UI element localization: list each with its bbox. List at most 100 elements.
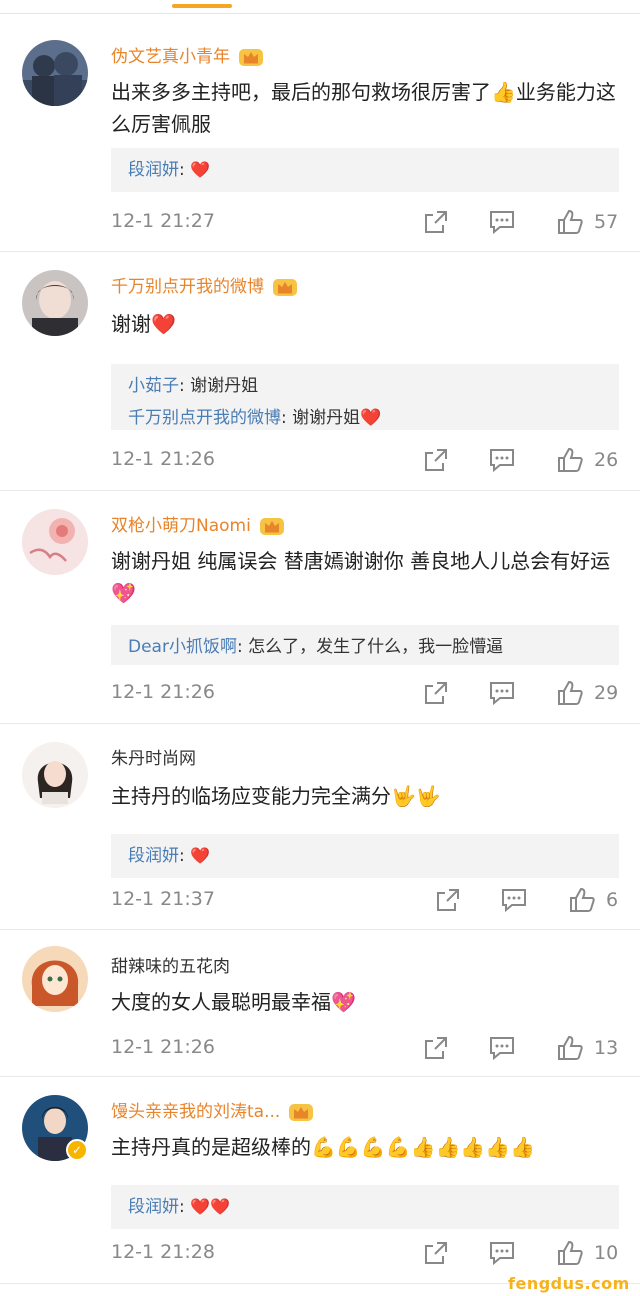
avatar[interactable] (22, 946, 88, 1012)
share-button[interactable] (422, 1239, 450, 1267)
like-button[interactable]: 26 (556, 446, 618, 474)
share-button[interactable] (422, 208, 450, 236)
reply-text: ❤️❤️ (190, 1197, 230, 1216)
avatar[interactable] (22, 270, 88, 336)
reply-item: 小茹子: 谢谢丹姐 (128, 376, 259, 396)
share-button[interactable] (422, 446, 450, 474)
watermark: fengdus.com (508, 1274, 630, 1293)
comment-timestamp: 12-1 21:27 (111, 210, 215, 232)
comment-button[interactable] (488, 1034, 516, 1062)
reply-text: ❤️ (190, 160, 211, 179)
comment-button[interactable] (488, 1239, 516, 1267)
like-icon (558, 447, 583, 472)
comment-text: 谢谢丹姐 纯属误会 替唐嫣谢谢你 善良地人儿总会有好运💖 (111, 549, 611, 605)
like-button[interactable]: 13 (556, 1034, 618, 1062)
like-button[interactable]: 10 (556, 1239, 618, 1267)
like-count: 26 (594, 449, 619, 471)
like-icon (558, 209, 583, 234)
comment-button[interactable] (488, 208, 516, 236)
share-button[interactable] (422, 679, 450, 707)
share-icon (425, 211, 447, 233)
comment-item: 朱丹时尚网 主持丹的临场应变能力完全满分🤟🤟 段润妍: ❤️ 12-1 21:3… (0, 724, 640, 930)
reply-box[interactable]: 段润妍: ❤️ (111, 834, 619, 878)
crown-badge-icon (289, 1104, 314, 1121)
comment-icon (490, 211, 514, 235)
reply-box[interactable]: 段润妍: ❤️❤️ (111, 1185, 619, 1229)
like-count: 10 (594, 1242, 619, 1264)
share-icon (425, 449, 447, 471)
comment-timestamp: 12-1 21:26 (111, 448, 215, 470)
share-button[interactable] (422, 1034, 450, 1062)
comment-timestamp: 12-1 21:26 (111, 681, 215, 703)
comment-username[interactable]: 馒头亲亲我的刘涛ta... (111, 1097, 314, 1123)
reply-username[interactable]: 段润妍 (128, 846, 179, 866)
like-icon (558, 1240, 583, 1265)
share-icon (437, 889, 459, 911)
comment-icon (490, 682, 514, 706)
comment-username[interactable]: 甜辣味的五花肉 (111, 952, 230, 977)
crown-badge-icon (259, 518, 284, 535)
comment-text: 谢谢❤️ (111, 312, 176, 336)
reply-username[interactable]: 段润妍 (128, 160, 179, 180)
share-icon (425, 682, 447, 704)
like-count: 6 (606, 889, 619, 911)
crown-badge-icon (239, 49, 263, 66)
comment-text: 大度的女人最聪明最幸福💖 (111, 990, 356, 1014)
reply-username[interactable]: 千万别点开我的微博 (128, 408, 281, 428)
reply-box[interactable]: Dear小抓饭啊: 怎么了，发生了什么，我一脸懵逼 (111, 625, 619, 665)
reply-item: 段润妍: ❤️❤️ (128, 1197, 230, 1217)
reply-username[interactable]: 段润妍 (128, 1197, 179, 1217)
share-icon (425, 1037, 447, 1059)
comment-item: 伪文艺真小青年 出来多多主持吧，最后的那句救场很厉害了👍业务能力这么厉害佩服 段… (0, 14, 640, 252)
comment-text: 主持丹真的是超级棒的💪💪💪💪👍👍👍👍👍 (111, 1135, 536, 1159)
comment-username[interactable]: 千万别点开我的微博 (111, 272, 298, 298)
like-count: 57 (594, 211, 619, 233)
reply-box[interactable]: 小茹子: 谢谢丹姐 千万别点开我的微博: 谢谢丹姐❤️ (111, 364, 619, 430)
crown-badge-icon (273, 279, 297, 296)
comment-username[interactable]: 双枪小萌刀Naomi (111, 511, 285, 537)
like-icon (570, 887, 595, 912)
comment-button[interactable] (488, 679, 516, 707)
comment-item: 甜辣味的五花肉 大度的女人最聪明最幸福💖 12-1 21:26 13 (0, 930, 640, 1077)
like-button[interactable]: 29 (556, 679, 618, 707)
reply-username[interactable]: 小茹子 (128, 376, 179, 396)
like-button[interactable]: 57 (556, 208, 618, 236)
like-count: 29 (594, 682, 619, 704)
comment-text: 出来多多主持吧，最后的那句救场很厉害了👍业务能力这么厉害佩服 (111, 80, 616, 136)
reply-text: ❤️ (190, 846, 211, 865)
comment-item: ✓ 馒头亲亲我的刘涛ta... 主持丹真的是超级棒的💪💪💪💪👍👍👍👍👍 段润妍:… (0, 1077, 640, 1284)
comment-icon (490, 449, 514, 473)
top-tab-bar (0, 0, 640, 14)
comment-item: 千万别点开我的微博 谢谢❤️ 小茹子: 谢谢丹姐 千万别点开我的微博: 谢谢丹姐… (0, 252, 640, 491)
comment-timestamp: 12-1 21:28 (111, 1241, 215, 1263)
like-count: 13 (594, 1037, 619, 1059)
comment-item: 双枪小萌刀Naomi 谢谢丹姐 纯属误会 替唐嫣谢谢你 善良地人儿总会有好运💖 … (0, 491, 640, 724)
reply-box[interactable]: 段润妍: ❤️ (111, 148, 619, 192)
reply-item: 段润妍: ❤️ (128, 846, 211, 866)
comment-timestamp: 12-1 21:37 (111, 888, 215, 910)
share-button[interactable] (434, 886, 462, 914)
comment-username[interactable]: 伪文艺真小青年 (111, 42, 264, 68)
avatar[interactable] (22, 742, 88, 808)
reply-text: 怎么了，发生了什么，我一脸懵逼 (248, 637, 504, 657)
comment-timestamp: 12-1 21:26 (111, 1036, 215, 1058)
share-icon (425, 1242, 447, 1264)
like-button[interactable]: 6 (568, 886, 618, 914)
reply-text: 谢谢丹姐 (190, 376, 259, 396)
avatar[interactable] (22, 509, 88, 575)
comment-icon (502, 889, 526, 913)
comment-icon (490, 1242, 514, 1266)
reply-username[interactable]: Dear小抓饭啊 (128, 637, 237, 657)
comment-username[interactable]: 朱丹时尚网 (111, 744, 196, 769)
comment-button[interactable] (488, 446, 516, 474)
like-icon (558, 680, 583, 705)
reply-item: 千万别点开我的微博: 谢谢丹姐❤️ (128, 408, 382, 428)
like-icon (558, 1035, 583, 1060)
comment-button[interactable] (500, 886, 528, 914)
avatar[interactable] (22, 40, 88, 106)
comment-icon (490, 1037, 514, 1061)
tab-active-indicator (172, 4, 232, 8)
reply-item: 段润妍: ❤️ (128, 160, 211, 180)
verified-icon: ✓ (66, 1139, 88, 1161)
reply-text: 谢谢丹姐❤️ (292, 408, 382, 428)
